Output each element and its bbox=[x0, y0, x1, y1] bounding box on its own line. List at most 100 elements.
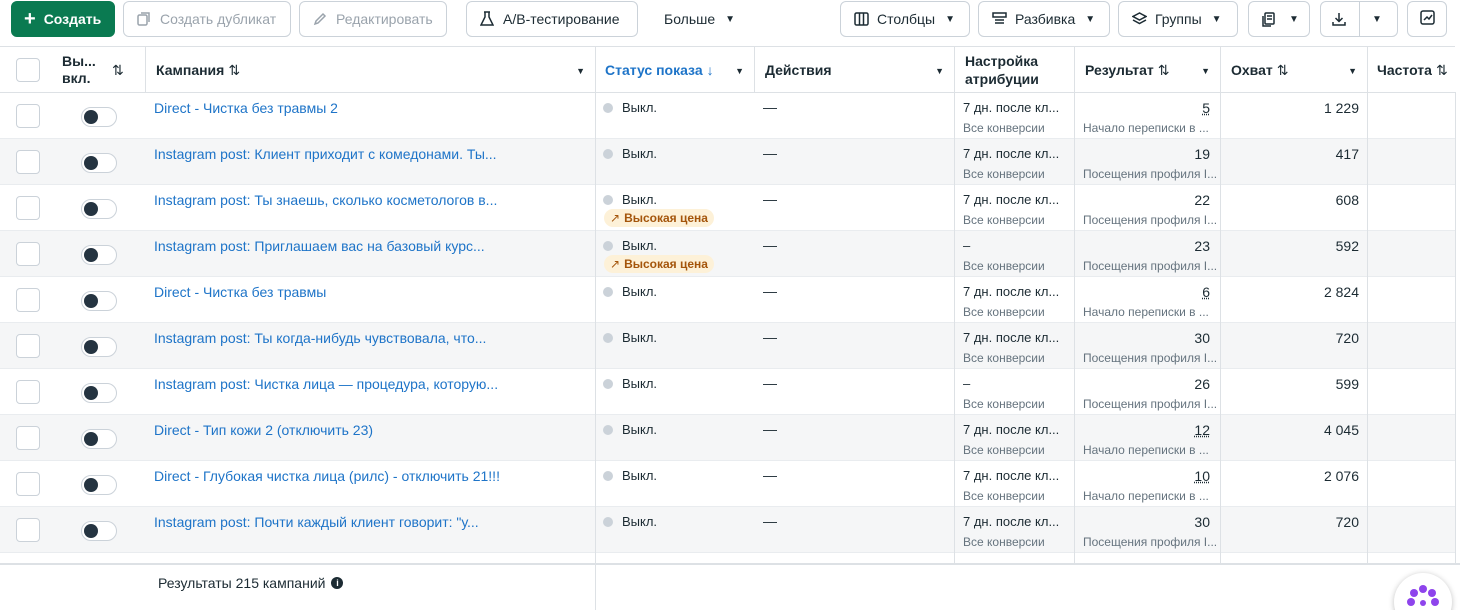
header-actions[interactable]: Действия ▼ bbox=[755, 47, 955, 93]
result-type: Начало переписки в ... bbox=[1083, 305, 1209, 319]
result-value[interactable]: 5 bbox=[1202, 100, 1210, 116]
attribution-value: 7 дн. после кл... bbox=[963, 100, 1060, 115]
campaign-name-link[interactable]: Instagram post: Чистка лица — процедура,… bbox=[154, 376, 498, 392]
breakdown-dropdown[interactable]: Разбивка ▼ bbox=[978, 1, 1110, 37]
row-checkbox[interactable] bbox=[16, 472, 40, 496]
campaign-toggle[interactable] bbox=[81, 153, 117, 173]
more-label: Больше bbox=[664, 11, 716, 27]
status-label: Выкл. bbox=[622, 330, 658, 345]
attribution-value: 7 дн. после кл... bbox=[963, 422, 1060, 437]
groups-label: Группы bbox=[1155, 11, 1202, 27]
status-dot-icon bbox=[603, 470, 613, 481]
duplicate-label: Создать дубликат bbox=[160, 11, 277, 27]
campaign-name-link[interactable]: Instagram post: Почти каждый клиент гово… bbox=[154, 514, 479, 530]
campaign-name-link[interactable]: Direct - Глубокая чистка лица (рилс) - о… bbox=[154, 468, 500, 484]
status-label: Выкл. bbox=[622, 514, 658, 529]
plus-icon: + bbox=[24, 8, 36, 30]
row-checkbox[interactable] bbox=[16, 334, 40, 358]
header-frequency[interactable]: Частота ⇅ bbox=[1368, 47, 1460, 93]
duplicate-button[interactable]: Создать дубликат bbox=[123, 1, 291, 37]
campaign-toggle[interactable] bbox=[81, 383, 117, 403]
more-dropdown[interactable]: Больше ▼ bbox=[652, 1, 748, 37]
attribution-sub: Все конверсии bbox=[963, 259, 1045, 273]
attribution-sub: Все конверсии bbox=[963, 121, 1045, 135]
columns-label: Столбцы bbox=[877, 11, 936, 27]
actions-value: — bbox=[763, 237, 777, 253]
campaign-name-link[interactable]: Instagram post: Клиент приходит с комедо… bbox=[154, 146, 497, 162]
attribution-value: – bbox=[963, 238, 971, 253]
delivery-status: Выкл. bbox=[603, 330, 657, 345]
campaign-name-link[interactable]: Direct - Чистка без травмы bbox=[154, 284, 326, 300]
campaign-toggle[interactable] bbox=[81, 291, 117, 311]
row-checkbox[interactable] bbox=[16, 196, 40, 220]
header-attribution[interactable]: Настройка атрибуции bbox=[955, 47, 1075, 93]
actions-value: — bbox=[763, 513, 777, 529]
attribution-value: 7 дн. после кл... bbox=[963, 514, 1060, 529]
reports-dropdown[interactable]: ▼ bbox=[1248, 1, 1310, 37]
chart-icon bbox=[1419, 10, 1435, 28]
campaign-toggle[interactable] bbox=[81, 475, 117, 495]
reach-value: 599 bbox=[1335, 376, 1359, 392]
report-icon bbox=[1261, 11, 1277, 27]
info-icon[interactable]: i bbox=[331, 577, 344, 589]
reach-value: 592 bbox=[1335, 238, 1359, 254]
header-status[interactable]: Статус показа ↓ ▼ bbox=[596, 47, 755, 93]
campaign-name-link[interactable]: Instagram post: Ты когда-нибудь чувствов… bbox=[154, 330, 486, 346]
status-dot-icon bbox=[603, 240, 613, 251]
row-checkbox[interactable] bbox=[16, 150, 40, 174]
groups-dropdown[interactable]: Группы ▼ bbox=[1118, 1, 1238, 37]
edit-button[interactable]: Редактировать bbox=[299, 1, 447, 37]
assistant-button[interactable] bbox=[1394, 573, 1452, 610]
row-checkbox[interactable] bbox=[16, 288, 40, 312]
result-value: 23 bbox=[1194, 238, 1210, 254]
row-checkbox[interactable] bbox=[16, 242, 40, 266]
chevron-down-icon: ▼ bbox=[1348, 66, 1357, 76]
row-checkbox[interactable] bbox=[16, 426, 40, 450]
campaign-name-link[interactable]: Instagram post: Ты знаешь, сколько косме… bbox=[154, 192, 497, 208]
attribution-value: 7 дн. после кл... bbox=[963, 468, 1060, 483]
status-label: Выкл. bbox=[622, 376, 658, 391]
header-onoff-label: Вы... вкл. bbox=[62, 53, 96, 86]
reach-value: 1 229 bbox=[1323, 100, 1359, 116]
ab-test-button[interactable]: A/B-тестирование bbox=[466, 1, 638, 37]
attribution-value: 7 дн. после кл... bbox=[963, 146, 1060, 161]
header-onoff[interactable]: Вы... вкл. ⇅ bbox=[56, 47, 146, 93]
result-value[interactable]: 6 bbox=[1202, 284, 1210, 300]
row-checkbox[interactable] bbox=[16, 104, 40, 128]
select-all-checkbox[interactable] bbox=[16, 58, 40, 82]
high-cost-badge: ↗ Высокая цена bbox=[604, 209, 714, 227]
campaign-toggle[interactable] bbox=[81, 107, 117, 127]
divider bbox=[1367, 92, 1368, 610]
result-type: Посещения профиля I... bbox=[1083, 351, 1218, 365]
status-label: Выкл. bbox=[622, 284, 658, 299]
campaign-name-link[interactable]: Instagram post: Приглашаем вас на базовы… bbox=[154, 238, 485, 254]
columns-dropdown[interactable]: Столбцы ▼ bbox=[840, 1, 970, 37]
flask-icon bbox=[479, 11, 495, 27]
chart-button[interactable] bbox=[1407, 1, 1447, 37]
status-label: Выкл. bbox=[622, 468, 658, 483]
divider bbox=[1220, 92, 1221, 610]
edit-label: Редактировать bbox=[336, 11, 433, 27]
row-checkbox[interactable] bbox=[16, 518, 40, 542]
breakdown-label: Разбивка bbox=[1015, 11, 1076, 27]
campaign-name-link[interactable]: Direct - Чистка без травмы 2 bbox=[154, 100, 338, 116]
header-result[interactable]: Результат ⇅ ▼ bbox=[1075, 47, 1221, 93]
delivery-status: Выкл. bbox=[603, 376, 657, 391]
result-value[interactable]: 12 bbox=[1194, 422, 1210, 438]
create-button[interactable]: + Создать bbox=[11, 1, 115, 37]
delivery-status: Выкл. bbox=[603, 238, 657, 253]
campaign-toggle[interactable] bbox=[81, 337, 117, 357]
campaign-toggle[interactable] bbox=[81, 521, 117, 541]
header-campaign[interactable]: Кампания ⇅ ▼ bbox=[146, 47, 596, 93]
table-row: Direct - Чистка без травмы 2 Выкл. — 7 дн. … bbox=[0, 93, 1455, 139]
result-value[interactable]: 10 bbox=[1194, 468, 1210, 484]
header-reach[interactable]: Охват ⇅ ▼ bbox=[1221, 47, 1368, 93]
campaign-toggle[interactable] bbox=[81, 199, 117, 219]
chevron-down-icon: ▼ bbox=[1201, 66, 1210, 76]
row-checkbox[interactable] bbox=[16, 380, 40, 404]
delivery-status: Выкл. bbox=[603, 192, 657, 207]
campaign-toggle[interactable] bbox=[81, 429, 117, 449]
campaign-toggle[interactable] bbox=[81, 245, 117, 265]
campaign-name-link[interactable]: Direct - Тип кожи 2 (отключить 23) bbox=[154, 422, 373, 438]
export-button-group[interactable]: ▼ bbox=[1320, 1, 1398, 37]
